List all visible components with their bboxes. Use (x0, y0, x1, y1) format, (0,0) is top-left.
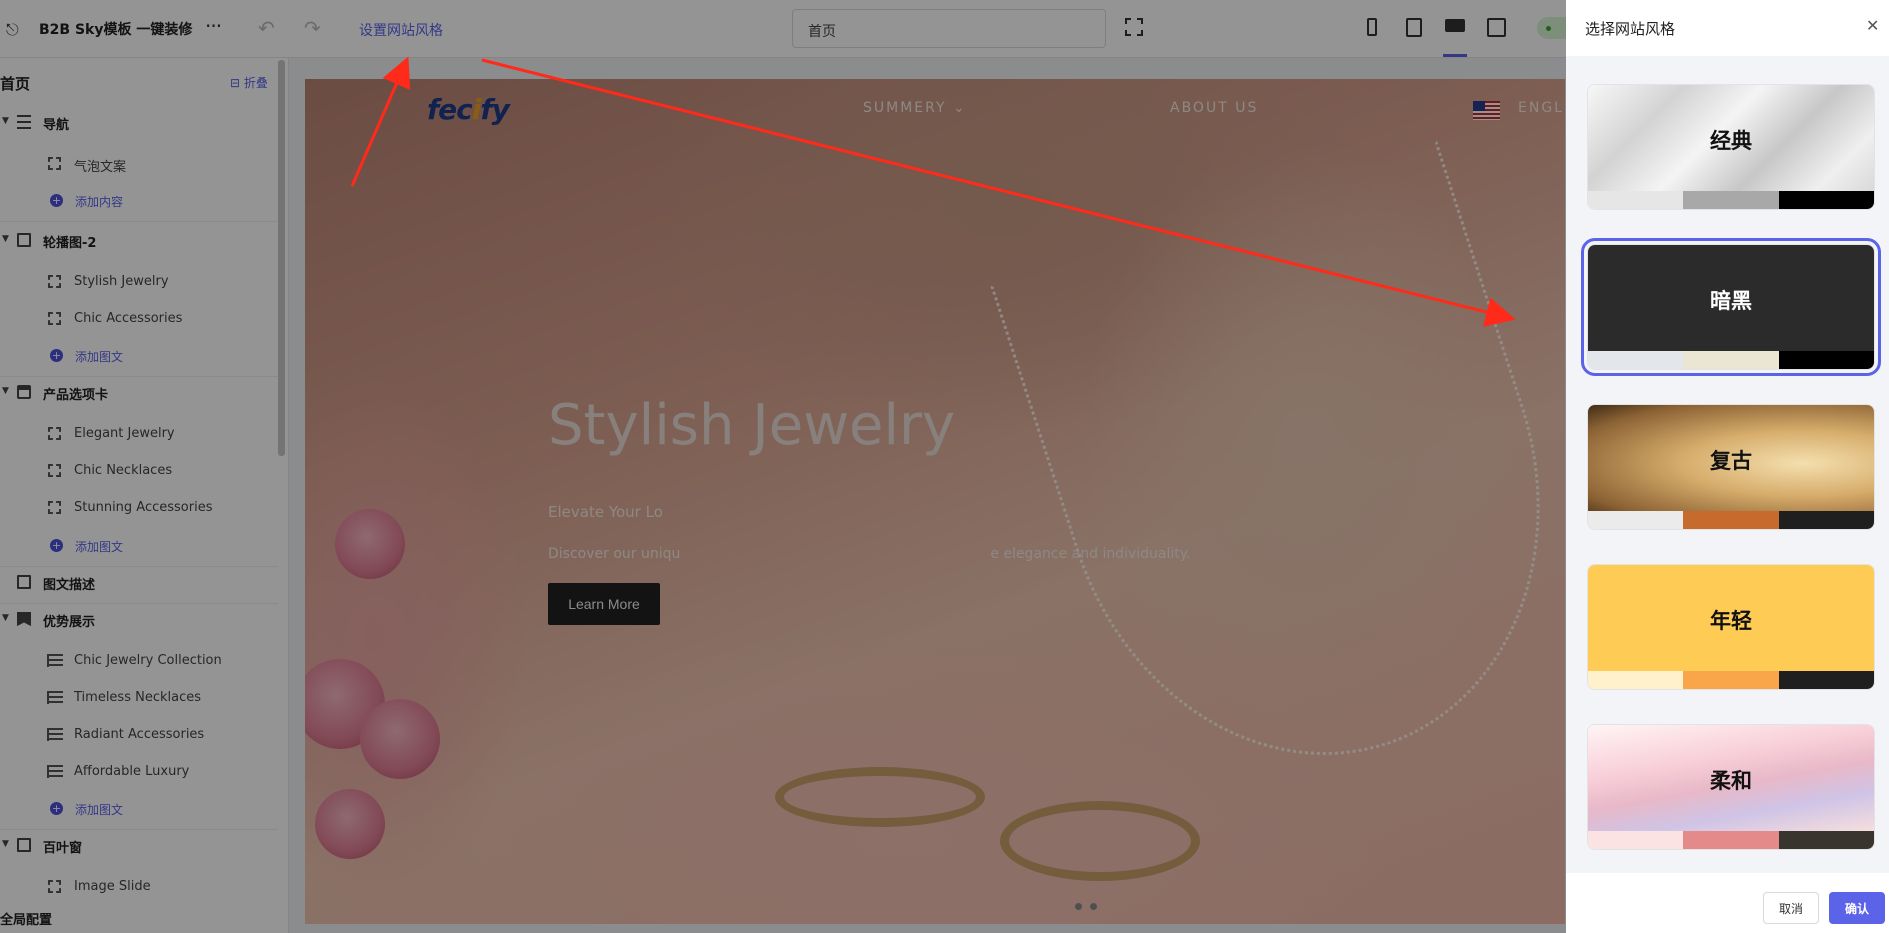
swatch (1683, 671, 1779, 689)
color-swatches (1588, 671, 1874, 689)
style-name: 柔和 (1710, 769, 1752, 793)
swatch (1683, 831, 1779, 849)
panel-footer: 取消 确认 (1566, 873, 1889, 933)
style-name: 暗黑 (1710, 289, 1752, 313)
swatch (1588, 191, 1684, 209)
style-card-classic[interactable]: 经典 (1587, 84, 1875, 210)
cancel-button[interactable]: 取消 (1763, 892, 1819, 924)
style-name: 经典 (1710, 129, 1752, 153)
swatch (1778, 351, 1874, 369)
close-icon[interactable]: ✕ (1866, 16, 1879, 35)
style-panel: 选择网站风格 ✕ 经典 暗黑 复古 年轻 柔和 取消 确认 (1566, 0, 1889, 933)
swatch (1778, 191, 1874, 209)
swatch (1588, 511, 1684, 529)
style-name: 年轻 (1710, 609, 1752, 633)
style-card-young[interactable]: 年轻 (1587, 564, 1875, 690)
swatch (1683, 511, 1779, 529)
style-card-dark[interactable]: 暗黑 (1581, 238, 1881, 376)
confirm-button[interactable]: 确认 (1829, 892, 1885, 924)
swatch (1778, 511, 1874, 529)
color-swatches (1588, 351, 1874, 369)
swatch (1588, 671, 1684, 689)
swatch (1588, 831, 1684, 849)
color-swatches (1588, 191, 1874, 209)
style-name: 复古 (1710, 449, 1752, 473)
panel-title: 选择网站风格 (1585, 20, 1676, 38)
modal-overlay[interactable] (0, 0, 1566, 933)
swatch (1683, 351, 1779, 369)
style-card-soft[interactable]: 柔和 (1587, 724, 1875, 850)
swatch (1683, 191, 1779, 209)
swatch (1778, 831, 1874, 849)
style-card-retro[interactable]: 复古 (1587, 404, 1875, 530)
swatch (1778, 671, 1874, 689)
color-swatches (1588, 831, 1874, 849)
color-swatches (1588, 511, 1874, 529)
style-list: 经典 暗黑 复古 年轻 柔和 (1566, 56, 1889, 873)
swatch (1588, 351, 1684, 369)
